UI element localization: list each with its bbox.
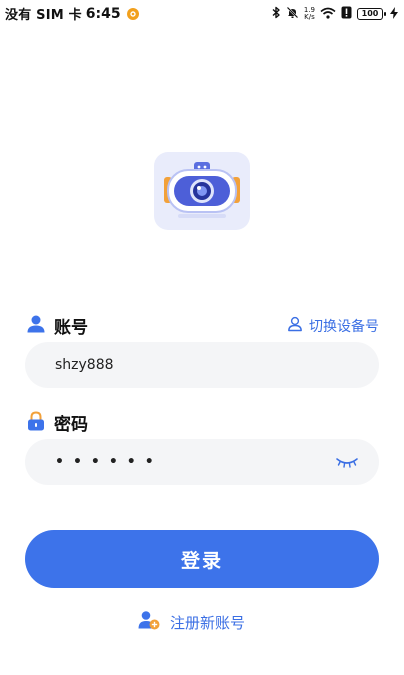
- alert-badge-icon: [341, 4, 352, 23]
- network-speed: 1.9 K/s: [304, 6, 315, 21]
- camera-robot-logo: [164, 162, 240, 218]
- user-icon: [26, 314, 46, 338]
- account-field[interactable]: shzy888: [25, 342, 379, 388]
- bluetooth-icon: [271, 4, 281, 23]
- account-label-row: 账号: [26, 313, 88, 338]
- password-label: 密码: [54, 415, 88, 435]
- login-button[interactable]: 登录: [25, 530, 379, 588]
- clock: 6:45: [85, 5, 121, 22]
- account-label: 账号: [54, 318, 88, 338]
- battery-indicator: 100: [357, 7, 386, 20]
- password-field[interactable]: ••••••: [25, 439, 379, 485]
- carrier-label: 没有 SIM 卡: [5, 8, 82, 23]
- app-logo: [154, 152, 250, 230]
- status-bar: 没有 SIM 卡 6:45 1.9 K/s 100: [0, 0, 404, 24]
- wifi-icon: [320, 4, 336, 23]
- notification-app-icon: [126, 7, 139, 20]
- lock-icon: [26, 410, 46, 435]
- eye-closed-icon[interactable]: [335, 455, 359, 469]
- register-link[interactable]: 注册新账号: [138, 610, 245, 634]
- status-right: 1.9 K/s 100: [271, 4, 398, 23]
- password-input-value[interactable]: ••••••: [55, 454, 335, 470]
- account-input-value[interactable]: shzy888: [55, 357, 359, 373]
- login-screen: 没有 SIM 卡 6:45 1.9 K/s 100 账号 切换设备号 shzy8…: [0, 0, 404, 675]
- password-label-row: 密码: [26, 410, 88, 435]
- switch-device-link[interactable]: 切换设备号: [287, 316, 379, 336]
- bolt-icon: [390, 4, 398, 23]
- bell-off-icon: [286, 4, 299, 23]
- user-outline-icon: [287, 316, 303, 336]
- register-label: 注册新账号: [170, 613, 246, 632]
- net-speed-unit: K/s: [304, 12, 315, 21]
- status-left: 没有 SIM 卡 6:45: [5, 4, 139, 23]
- switch-device-label: 切换设备号: [309, 319, 379, 335]
- add-user-icon: [138, 610, 160, 634]
